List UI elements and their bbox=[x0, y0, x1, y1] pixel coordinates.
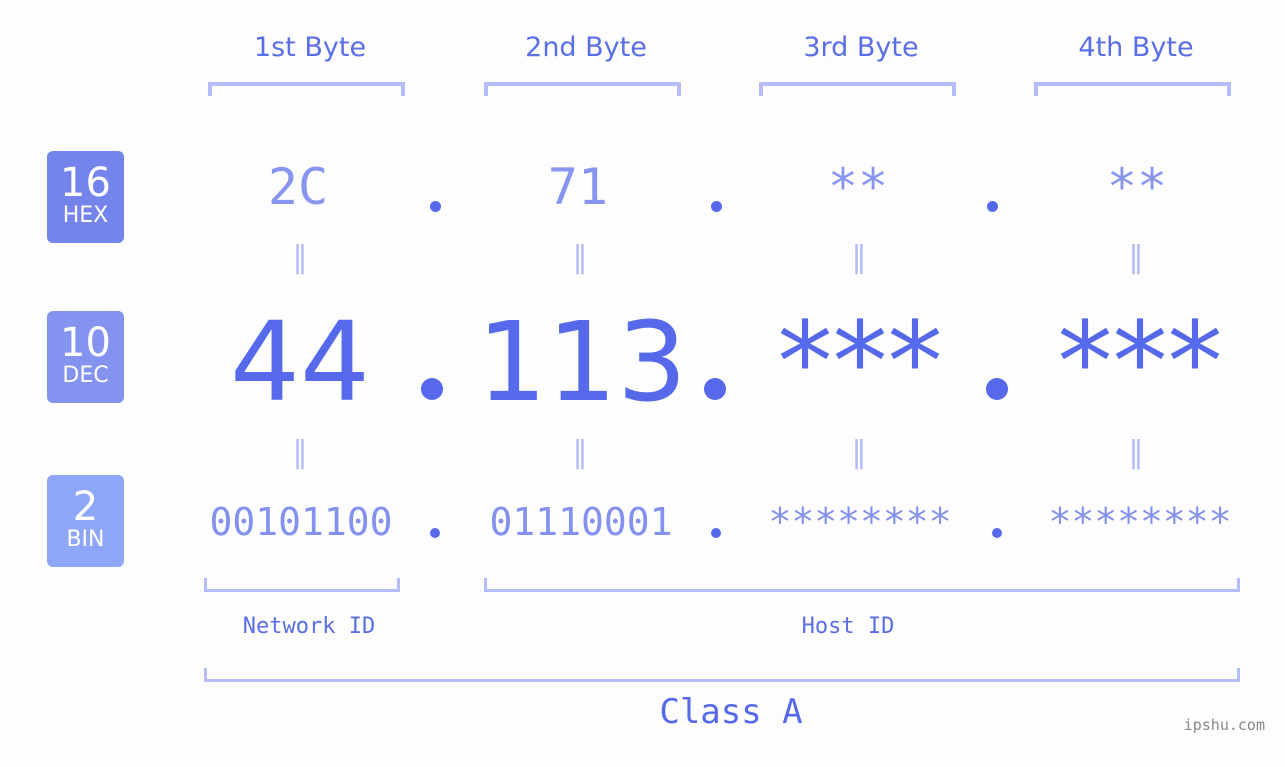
hex-base: 16 bbox=[60, 160, 111, 206]
byte-bracket-4 bbox=[1034, 82, 1231, 96]
dec-value-4: *** bbox=[1057, 298, 1223, 426]
hex-badge: 16 HEX bbox=[47, 151, 124, 243]
dec-badge: 10 DEC bbox=[47, 311, 124, 403]
bin-value-4: ******** bbox=[1048, 500, 1232, 544]
hex-value-3: ** bbox=[827, 158, 889, 216]
bin-value-1: 00101100 bbox=[209, 500, 393, 544]
byte-title-2: 2nd Byte bbox=[525, 32, 647, 63]
hex-value-2: 71 bbox=[547, 158, 609, 216]
hex-value-4: ** bbox=[1106, 158, 1168, 216]
hex-label: HEX bbox=[62, 203, 109, 228]
class-bracket bbox=[204, 668, 1240, 682]
byte-bracket-3 bbox=[759, 82, 956, 96]
equals-icon: ‖ bbox=[572, 240, 588, 275]
network-id-label: Network ID bbox=[242, 614, 376, 639]
dec-value-2: 113 bbox=[477, 298, 687, 426]
host-id-label: Host ID bbox=[801, 614, 895, 639]
bin-dot-1 bbox=[430, 528, 440, 538]
dec-value-3: *** bbox=[777, 298, 943, 426]
watermark: ipshu.com bbox=[1183, 716, 1265, 734]
host-bracket bbox=[484, 578, 1240, 592]
dec-dot-2 bbox=[704, 378, 726, 400]
byte-title-4: 4th Byte bbox=[1078, 32, 1194, 63]
bin-value-3: ******** bbox=[768, 500, 952, 544]
equals-icon: ‖ bbox=[851, 240, 867, 275]
equals-icon: ‖ bbox=[572, 435, 588, 470]
byte-title-1: 1st Byte bbox=[253, 32, 367, 63]
dec-dot-3 bbox=[986, 378, 1008, 400]
bin-value-2: 01110001 bbox=[489, 500, 673, 544]
equals-icon: ‖ bbox=[292, 435, 308, 470]
network-bracket bbox=[204, 578, 400, 592]
class-label: Class A bbox=[659, 692, 803, 732]
equals-icon: ‖ bbox=[1128, 435, 1144, 470]
dec-value-1: 44 bbox=[230, 298, 370, 426]
bin-base: 2 bbox=[72, 484, 99, 530]
dec-label: DEC bbox=[62, 363, 109, 388]
dec-dot-1 bbox=[421, 378, 443, 400]
dec-base: 10 bbox=[60, 320, 111, 366]
equals-icon: ‖ bbox=[1128, 240, 1144, 275]
equals-icon: ‖ bbox=[851, 435, 867, 470]
bin-dot-3 bbox=[992, 528, 1002, 538]
hex-dot-3 bbox=[987, 201, 998, 212]
byte-bracket-1 bbox=[208, 82, 405, 96]
bin-label: BIN bbox=[66, 527, 105, 552]
bin-dot-2 bbox=[711, 528, 721, 538]
bin-badge: 2 BIN bbox=[47, 475, 124, 567]
byte-title-3: 3rd Byte bbox=[803, 32, 919, 63]
hex-dot-2 bbox=[711, 201, 722, 212]
hex-dot-1 bbox=[430, 201, 441, 212]
byte-bracket-2 bbox=[484, 82, 681, 96]
hex-value-1: 2C bbox=[267, 158, 329, 216]
equals-icon: ‖ bbox=[292, 240, 308, 275]
